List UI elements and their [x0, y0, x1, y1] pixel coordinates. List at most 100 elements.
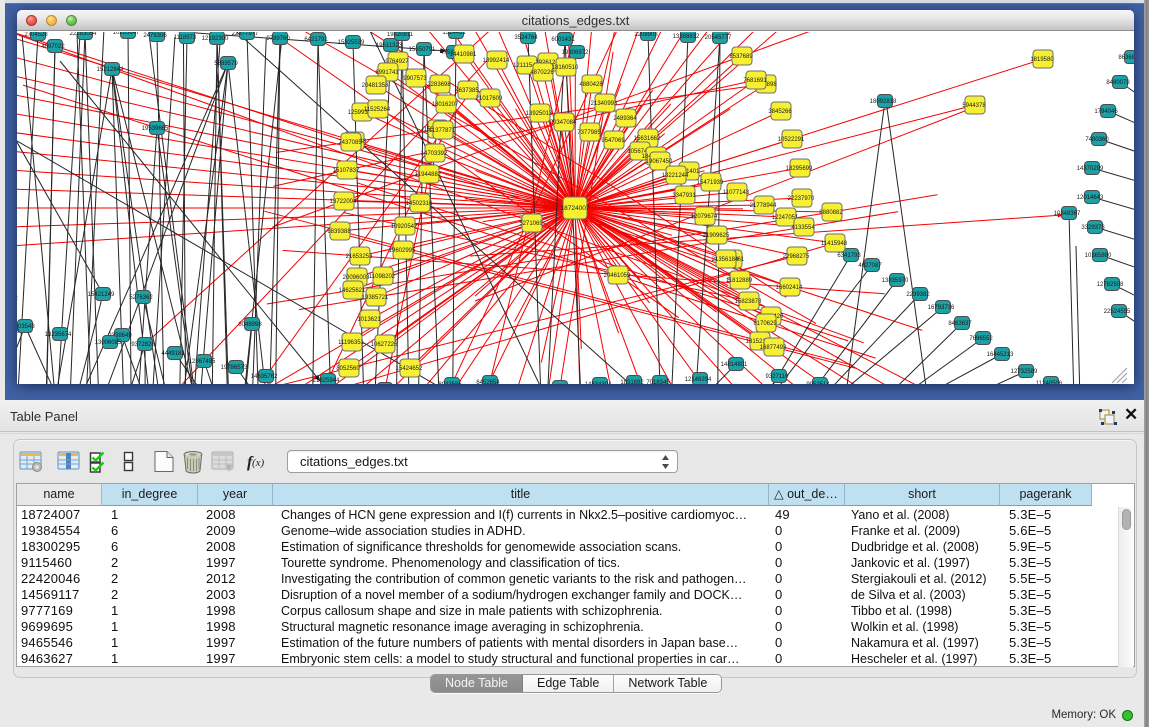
svg-text:11098202: 11098202 — [369, 274, 396, 280]
svg-text:11525264: 11525264 — [364, 107, 391, 113]
svg-text:15825539: 15825539 — [338, 40, 365, 46]
svg-text:16445213: 16445213 — [987, 352, 1014, 358]
svg-text:15823878: 15823878 — [735, 299, 762, 305]
svg-text:13722004: 13722004 — [330, 199, 357, 205]
svg-text:5276362: 5276362 — [129, 295, 153, 301]
svg-text:11077143: 11077143 — [723, 190, 750, 196]
svg-text:11812889: 11812889 — [726, 278, 753, 284]
svg-text:18092818: 18092818 — [870, 99, 897, 105]
svg-text:19067450: 19067450 — [646, 159, 673, 165]
svg-text:4449181: 4449181 — [161, 351, 185, 357]
svg-text:22968275: 22968275 — [783, 254, 810, 260]
svg-text:10627226: 10627226 — [371, 342, 398, 348]
svg-text:14814801: 14814801 — [721, 362, 748, 368]
svg-text:13835970: 13835970 — [882, 278, 909, 284]
svg-text:12014643: 12014643 — [1077, 195, 1104, 201]
svg-text:14625621: 14625621 — [339, 288, 366, 294]
svg-text:13006085: 13006085 — [95, 340, 122, 346]
svg-text:9907573: 9907573 — [403, 76, 427, 82]
svg-text:13221244: 13221244 — [662, 173, 689, 179]
svg-text:22524555: 22524555 — [1104, 309, 1131, 315]
svg-text:7681691: 7681691 — [743, 78, 767, 84]
svg-text:15212844: 15212844 — [97, 67, 124, 73]
svg-text:8048998: 8048998 — [238, 322, 262, 328]
svg-text:8480073: 8480073 — [1106, 80, 1130, 86]
svg-text:11377871: 11377871 — [429, 128, 456, 134]
svg-text:19306972: 19306972 — [562, 50, 589, 56]
svg-text:19786573: 19786573 — [221, 365, 248, 371]
svg-text:20096003: 20096003 — [343, 275, 370, 281]
svg-text:10522291: 10522291 — [778, 137, 805, 143]
svg-text:6001431: 6001431 — [551, 37, 575, 43]
svg-text:16602414: 16602414 — [776, 285, 803, 291]
svg-text:11415948: 11415948 — [821, 241, 848, 247]
svg-text:13235674: 13235674 — [45, 332, 72, 338]
svg-text:12146294: 12146294 — [685, 377, 712, 383]
svg-text:13925013: 13925013 — [526, 111, 553, 117]
svg-text:14502316: 14502316 — [406, 201, 433, 207]
svg-text:10283847: 10283847 — [113, 32, 140, 36]
svg-text:6991741: 6991741 — [375, 70, 399, 76]
svg-text:2283698: 2283698 — [427, 82, 451, 88]
svg-text:2208903: 2208903 — [634, 32, 658, 38]
svg-text:7480360: 7480360 — [1085, 137, 1109, 143]
svg-text:1013621: 1013621 — [357, 317, 381, 323]
svg-text:15107837: 15107837 — [333, 168, 360, 174]
svg-text:18016207: 18016207 — [432, 102, 459, 108]
svg-text:7437085: 7437085 — [338, 140, 362, 146]
svg-text:18160510: 18160510 — [552, 65, 579, 71]
svg-text:5271069: 5271069 — [519, 221, 543, 227]
svg-text:21356184: 21356184 — [712, 257, 739, 263]
svg-text:21017609: 21017609 — [476, 96, 503, 102]
svg-text:(x): (x) — [252, 457, 265, 469]
svg-text:5969202: 5969202 — [17, 296, 18, 302]
svg-text:21825944: 21825944 — [313, 378, 340, 384]
svg-text:1794046: 1794046 — [1094, 109, 1118, 115]
svg-text:14370299: 14370299 — [1077, 166, 1104, 172]
svg-text:20347084: 20347084 — [550, 120, 577, 126]
svg-text:4133554: 4133554 — [791, 225, 815, 231]
svg-text:14410981: 14410981 — [450, 52, 477, 58]
svg-text:2704528: 2704528 — [24, 32, 48, 38]
svg-text:4880428: 4880428 — [579, 82, 603, 88]
svg-text:10365880: 10365880 — [1085, 253, 1112, 259]
svg-text:18724007: 18724007 — [561, 205, 590, 212]
svg-text:2403543: 2403543 — [17, 324, 35, 330]
svg-text:9372828: 9372828 — [131, 342, 155, 348]
svg-text:1831692: 1831692 — [620, 380, 644, 384]
svg-text:8537689: 8537689 — [729, 54, 753, 60]
svg-text:8170629: 8170629 — [753, 321, 777, 327]
svg-text:13388832: 13388832 — [673, 34, 700, 40]
svg-text:11196351: 11196351 — [338, 340, 364, 346]
svg-text:9952514: 9952514 — [806, 382, 830, 384]
svg-text:3524764: 3524764 — [514, 35, 538, 41]
svg-text:5944378: 5944378 — [962, 103, 986, 109]
svg-text:7696552: 7696552 — [969, 336, 993, 342]
svg-text:1324461: 1324461 — [442, 32, 466, 36]
svg-text:22283054: 22283054 — [70, 32, 97, 37]
svg-text:8636837: 8636837 — [1118, 55, 1134, 61]
svg-text:15631662: 15631662 — [634, 136, 661, 142]
svg-text:3347931: 3347931 — [672, 193, 696, 199]
svg-text:21778944: 21778944 — [750, 203, 777, 209]
svg-text:8463637: 8463637 — [948, 321, 972, 327]
svg-text:7377985: 7377985 — [577, 130, 601, 136]
svg-text:16793736: 16793736 — [928, 305, 955, 311]
svg-text:5389579: 5389579 — [214, 61, 238, 67]
svg-text:6839388: 6839388 — [327, 229, 351, 235]
svg-text:10348367: 10348367 — [1054, 211, 1081, 217]
svg-text:11944882: 11944882 — [415, 172, 442, 178]
svg-text:19511323: 19511323 — [376, 43, 403, 49]
svg-text:9327110: 9327110 — [766, 374, 790, 380]
svg-text:21909625: 21909625 — [703, 233, 730, 239]
svg-text:6421791: 6421791 — [304, 37, 328, 43]
svg-text:8943586: 8943586 — [438, 382, 462, 384]
svg-text:1819580: 1819580 — [1030, 57, 1054, 63]
svg-text:12867485: 12867485 — [189, 359, 216, 365]
svg-text:3845266: 3845266 — [768, 109, 792, 115]
svg-text:4637385: 4637385 — [455, 88, 479, 94]
svg-text:2489364: 2489364 — [613, 116, 637, 122]
svg-text:2479306: 2479306 — [143, 33, 167, 39]
svg-text:19539665: 19539665 — [142, 126, 169, 132]
svg-text:6452654: 6452654 — [476, 380, 500, 384]
